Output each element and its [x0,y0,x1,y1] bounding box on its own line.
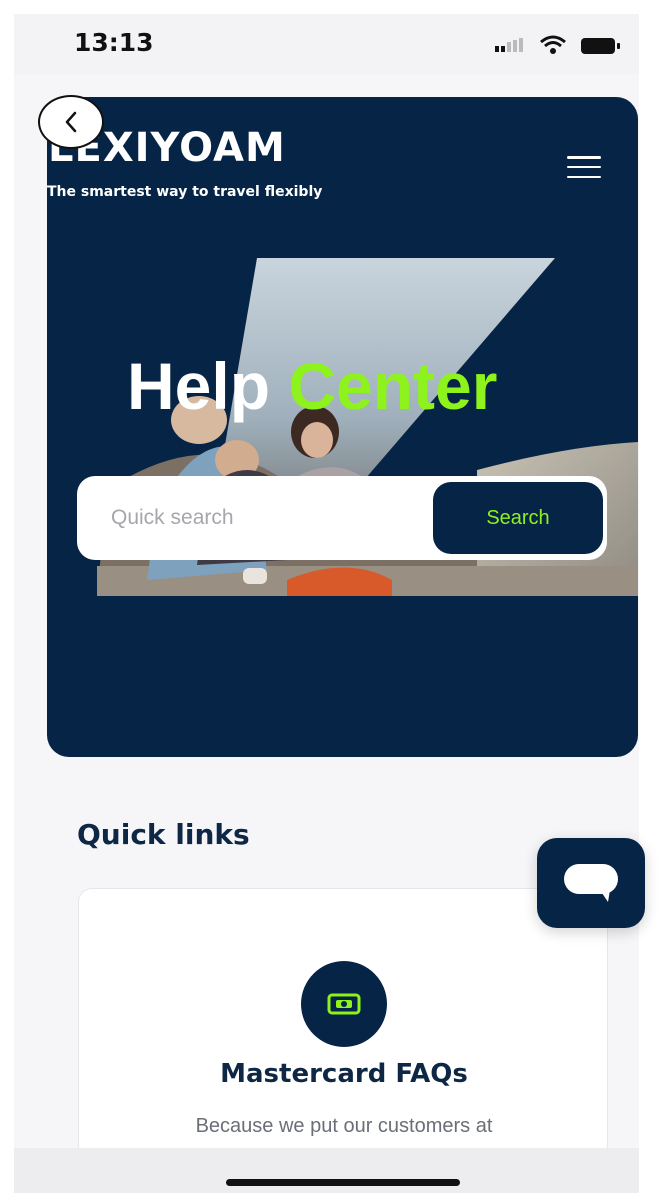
search-button[interactable]: Search [433,482,603,554]
signal-icon [495,38,523,52]
chat-button[interactable] [537,838,645,928]
search-input[interactable] [111,494,421,542]
chevron-left-icon [65,111,77,133]
search-bar: Search [77,476,607,560]
card-description: Because we put our customers at [195,1115,493,1137]
brand-tagline: The smartest way to travel flexibly [47,184,323,200]
quick-links-heading: Quick links [77,818,250,851]
page-title-help: Help [127,349,271,423]
hamburger-menu-icon[interactable] [567,156,601,178]
back-button[interactable] [38,95,104,149]
status-icons [495,34,630,54]
page-title: Help Center [127,348,497,424]
wifi-icon [540,35,566,54]
status-time: 13:13 [74,28,154,57]
home-indicator[interactable] [226,1179,460,1186]
quick-link-card-mastercard[interactable]: Mastercard FAQs Because we put our custo… [78,888,608,1158]
chat-bubble-icon [564,864,618,902]
battery-icon [581,38,620,54]
card-icon [301,961,387,1047]
bottom-bar [14,1148,639,1193]
card-title: Mastercard FAQs [220,1059,468,1089]
page-title-center: Center [288,349,498,423]
